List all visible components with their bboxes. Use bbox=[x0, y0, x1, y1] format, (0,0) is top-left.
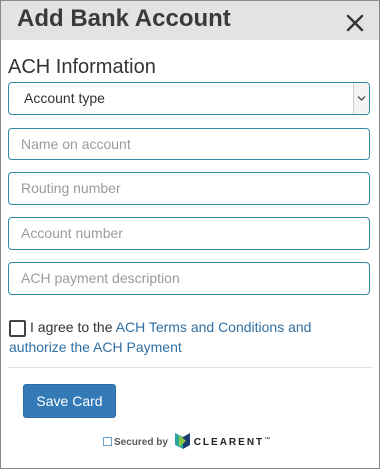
section-title: ACH Information bbox=[8, 56, 156, 78]
secured-label: Secured by bbox=[114, 437, 168, 448]
agree-checkbox[interactable] bbox=[9, 320, 26, 337]
agree-row: I agree to the ACH Terms and Conditions … bbox=[9, 317, 369, 357]
divider bbox=[8, 367, 373, 368]
account-type-select[interactable]: Account type bbox=[8, 82, 370, 115]
secured-by-badge: Secured by CLEARENT™ bbox=[103, 431, 270, 449]
dialog-header: Add Bank Account bbox=[1, 1, 379, 40]
badge-box-icon bbox=[103, 437, 112, 446]
add-bank-account-dialog: Add Bank Account ACH Information Account… bbox=[0, 0, 380, 469]
clearent-logo-icon bbox=[174, 432, 191, 457]
close-button[interactable] bbox=[345, 13, 365, 33]
brand-name: CLEARENT bbox=[193, 437, 265, 448]
save-card-button[interactable]: Save Card bbox=[23, 384, 116, 418]
account-type-value: Account type bbox=[24, 90, 105, 106]
select-arrow[interactable] bbox=[353, 83, 369, 114]
routing-number-input[interactable]: Routing number bbox=[8, 172, 370, 205]
name-on-account-input[interactable]: Name on account bbox=[8, 128, 370, 160]
account-number-input[interactable]: Account number bbox=[8, 217, 370, 250]
chevron-down-icon bbox=[357, 96, 366, 101]
close-icon bbox=[346, 14, 364, 32]
brand-tm: ™ bbox=[264, 437, 271, 443]
payment-description-input[interactable]: ACH payment description bbox=[8, 262, 370, 295]
dialog-title: Add Bank Account bbox=[17, 5, 231, 32]
agree-prefix: I agree to the bbox=[30, 319, 116, 335]
